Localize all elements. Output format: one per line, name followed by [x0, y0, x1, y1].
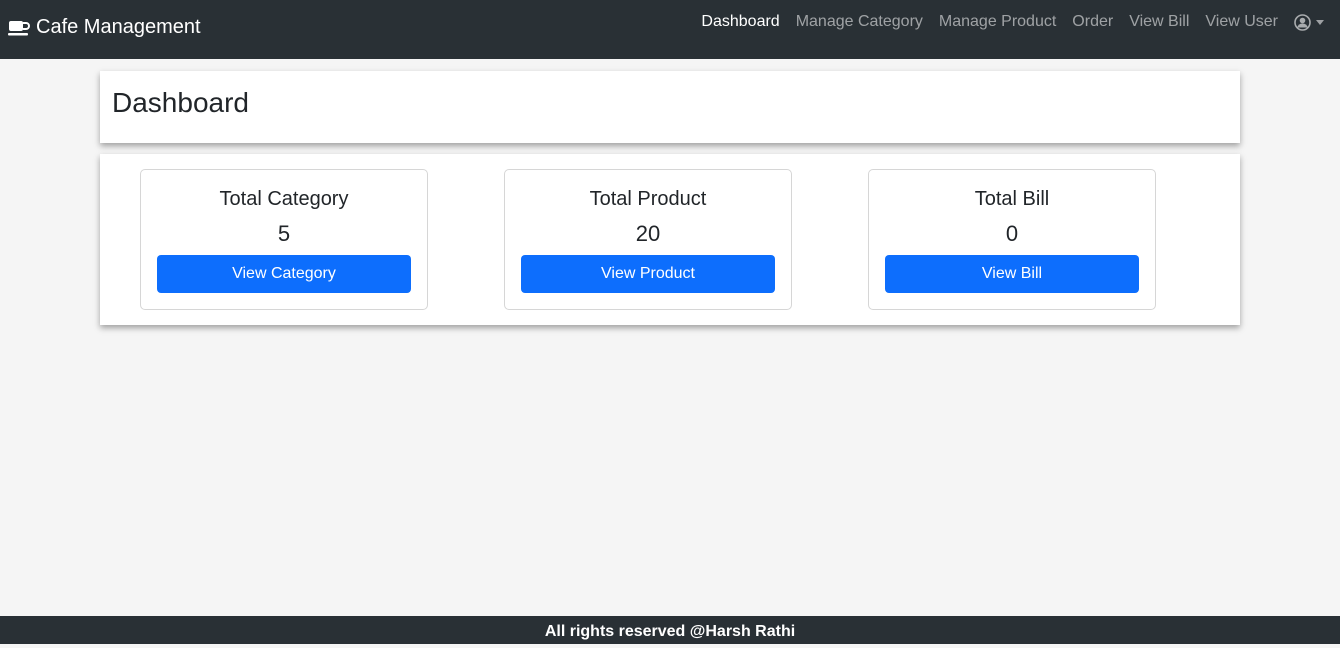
coffee-cup-icon: [8, 20, 30, 35]
nav-manage-product[interactable]: Manage Product: [939, 13, 1056, 31]
nav-dashboard[interactable]: Dashboard: [701, 13, 779, 31]
user-circle-icon: [1294, 13, 1311, 31]
nav-view-user[interactable]: View User: [1205, 13, 1278, 31]
stat-value: 5: [277, 221, 291, 246]
user-menu-toggle[interactable]: [1294, 13, 1324, 31]
stat-title: Total Category: [219, 188, 349, 210]
brand-name: Cafe Management: [36, 16, 201, 38]
total-product-card: Total Product 20 View Product: [504, 169, 792, 310]
stat-value: 20: [635, 221, 661, 246]
nav-links: Dashboard Manage Category Manage Product…: [701, 13, 1324, 31]
nav-order[interactable]: Order: [1072, 13, 1113, 31]
view-bill-button[interactable]: View Bill: [885, 255, 1139, 293]
chevron-down-icon: [1316, 19, 1324, 25]
nav-manage-category[interactable]: Manage Category: [796, 13, 923, 31]
stat-value: 0: [1005, 221, 1019, 246]
brand-link[interactable]: Cafe Management: [8, 16, 201, 39]
view-product-button[interactable]: View Product: [521, 255, 775, 293]
top-navbar: Cafe Management Dashboard Manage Categor…: [0, 0, 1340, 59]
total-bill-card: Total Bill 0 View Bill: [868, 169, 1156, 310]
footer-text: All rights reserved @Harsh Rathi: [544, 623, 796, 640]
page-header-card: Dashboard: [100, 71, 1240, 143]
nav-view-bill[interactable]: View Bill: [1129, 13, 1189, 31]
stat-title: Total Product: [589, 188, 707, 210]
stats-card: Total Category 5 View Category Total Pro…: [100, 154, 1240, 325]
view-category-button[interactable]: View Category: [157, 255, 411, 293]
page-title: Dashboard: [112, 87, 249, 118]
total-category-card: Total Category 5 View Category: [140, 169, 428, 310]
stat-title: Total Bill: [974, 188, 1050, 210]
footer: All rights reserved @Harsh Rathi: [0, 616, 1340, 644]
